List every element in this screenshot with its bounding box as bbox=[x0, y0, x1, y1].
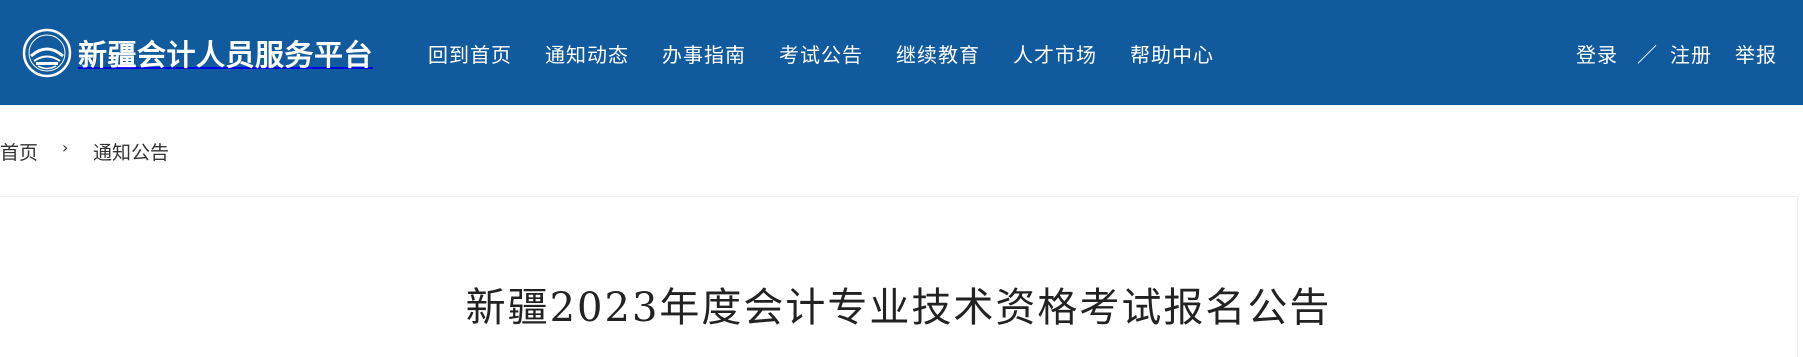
article-container: 新疆2023年度会计专业技术资格考试报名公告 bbox=[0, 196, 1798, 357]
nav-item-exam-announcements[interactable]: 考试公告 bbox=[779, 39, 863, 68]
register-link[interactable]: 注册 bbox=[1670, 39, 1712, 68]
accounting-association-emblem-icon bbox=[22, 28, 72, 78]
chevron-right-icon: › bbox=[62, 138, 69, 157]
nav-item-continuing-education[interactable]: 继续教育 bbox=[896, 39, 980, 68]
nav-item-home[interactable]: 回到首页 bbox=[428, 39, 512, 68]
breadcrumb-current[interactable]: 通知公告 bbox=[93, 138, 169, 165]
site-logo-link[interactable]: 新疆会计人员服务平台 bbox=[22, 27, 373, 79]
site-name: 新疆会计人员服务平台 bbox=[78, 38, 374, 72]
nav-item-help-center[interactable]: 帮助中心 bbox=[1130, 39, 1214, 68]
nav-item-guide[interactable]: 办事指南 bbox=[662, 39, 746, 68]
article-title: 新疆2023年度会计专业技术资格考试报名公告 bbox=[465, 285, 1332, 331]
breadcrumb-home[interactable]: 首页 bbox=[0, 138, 38, 165]
top-navigation-bar: 新疆会计人员服务平台 回到首页 通知动态 办事指南 考试公告 继续教育 人才市场… bbox=[0, 0, 1803, 105]
nav-item-notices[interactable]: 通知动态 bbox=[545, 39, 629, 68]
login-link[interactable]: 登录 bbox=[1576, 39, 1618, 68]
report-link[interactable]: 举报 bbox=[1735, 39, 1777, 68]
nav-item-talent-market[interactable]: 人才市场 bbox=[1013, 39, 1097, 68]
auth-separator: ／ bbox=[1637, 43, 1658, 67]
